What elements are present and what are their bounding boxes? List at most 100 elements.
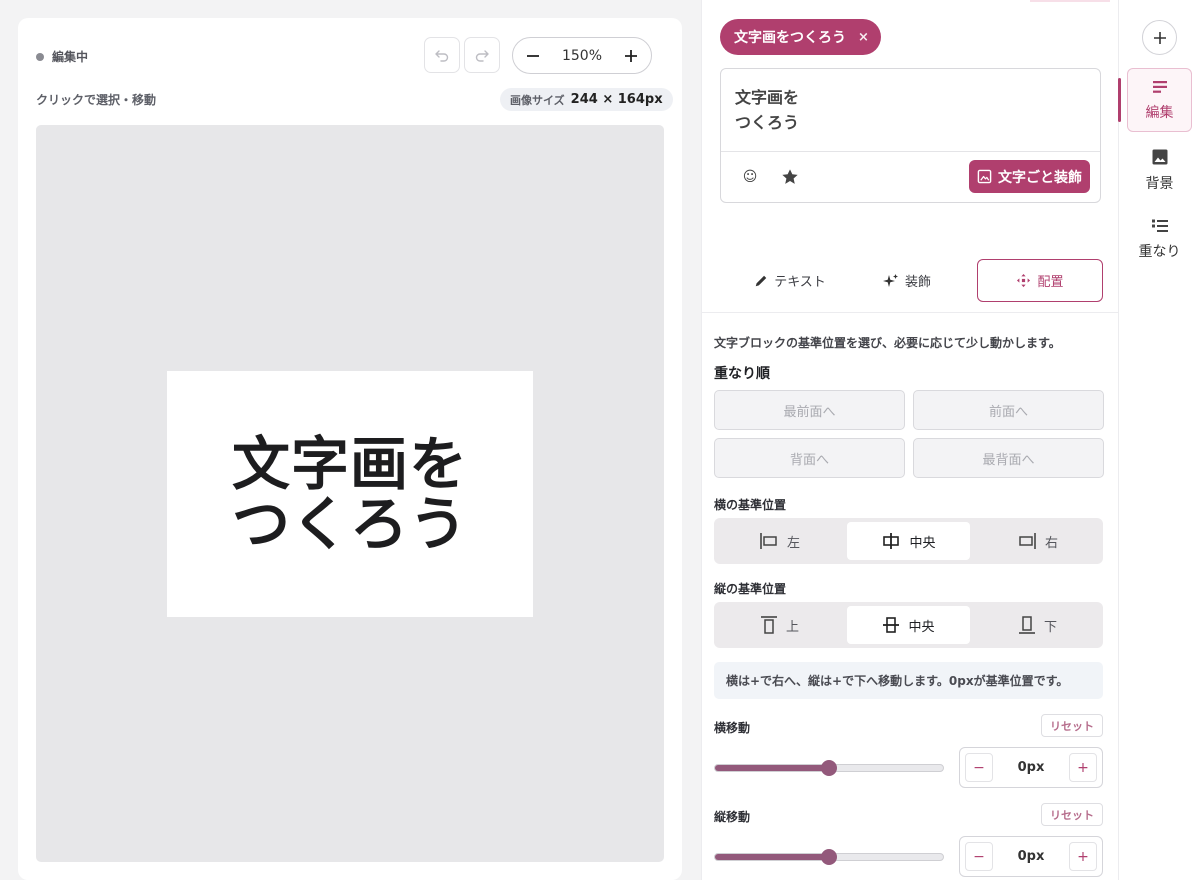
- decrement-button[interactable]: −: [965, 753, 993, 782]
- close-icon[interactable]: ×: [858, 30, 869, 45]
- align-top-option[interactable]: 上: [718, 606, 841, 644]
- nav-item-layers-label: 重なり: [1138, 243, 1181, 260]
- text-input[interactable]: 文字画を つくろう: [721, 69, 1100, 152]
- text-editor-card: 文字画を つくろう ☺ 文字ごと装飾: [720, 68, 1101, 203]
- image-icon: [1152, 149, 1167, 164]
- canvas-hint: クリックで選択・移動: [36, 93, 157, 107]
- vertical-move-title: 縦移動: [714, 810, 751, 824]
- artwork-text-line2: つくろう: [231, 490, 468, 558]
- align-left-option[interactable]: 左: [718, 522, 841, 560]
- vertical-anchor-control: 上 中央 下: [714, 602, 1103, 648]
- status-label: 編集中: [52, 50, 89, 64]
- text-card-toolbar: ☺ 文字ごと装飾: [721, 151, 1100, 202]
- vertical-move-value[interactable]: 0px: [1018, 849, 1045, 864]
- horizontal-move-stepper: − 0px +: [959, 747, 1103, 788]
- zoom-value: 150%: [561, 47, 603, 64]
- nav-item-layers[interactable]: 重なり: [1127, 207, 1192, 271]
- nav-item-edit-label: 編集: [1145, 104, 1174, 121]
- increment-button[interactable]: +: [1069, 842, 1097, 871]
- send-to-back-button[interactable]: 最背面へ: [913, 438, 1104, 478]
- align-center-label: 中央: [909, 535, 936, 551]
- tab-decoration[interactable]: 装飾: [852, 259, 962, 302]
- canvas-panel: 編集中 150% クリックで選択・移動 画像サイズ 244 × 164px 文字…: [18, 18, 682, 880]
- align-middle-option[interactable]: 中央: [847, 606, 970, 644]
- horizontal-move-value[interactable]: 0px: [1018, 760, 1045, 775]
- vertical-move-stepper: − 0px +: [959, 836, 1103, 877]
- align-middle-icon: [883, 617, 900, 633]
- chip-label: 文字画をつくろう: [734, 30, 846, 46]
- nav-item-background-label: 背景: [1145, 175, 1174, 192]
- tab-decoration-label: 装飾: [904, 275, 931, 290]
- align-left-icon: [760, 533, 777, 549]
- editor-tabs: テキスト 装飾 配置: [702, 258, 1120, 313]
- horizontal-anchor-control: 左 中央 右: [714, 518, 1103, 564]
- plus-icon: [1153, 31, 1166, 44]
- image-frame-icon: [977, 169, 992, 184]
- pencil-icon: [755, 275, 767, 286]
- send-backward-button[interactable]: 背面へ: [714, 438, 905, 478]
- align-bottom-option[interactable]: 下: [976, 606, 1099, 644]
- edit-lines-icon: [1152, 80, 1167, 93]
- emoji-icon[interactable]: ☺: [739, 166, 761, 188]
- zoom-out-button[interactable]: [523, 46, 543, 66]
- tab-text-label: テキスト: [774, 275, 826, 290]
- top-accent-bar: [1030, 0, 1110, 2]
- image-size-value: 244 × 164px: [570, 92, 663, 107]
- horizontal-reset-button[interactable]: リセット: [1041, 714, 1103, 737]
- align-bottom-icon: [1018, 616, 1035, 634]
- tab-layout-label: 配置: [1037, 275, 1064, 290]
- nav-item-edit[interactable]: 編集: [1127, 68, 1192, 132]
- slider-thumb[interactable]: [821, 760, 837, 776]
- bring-forward-button[interactable]: 前面へ: [913, 390, 1104, 430]
- add-layer-button[interactable]: [1142, 20, 1177, 55]
- align-right-option[interactable]: 右: [976, 522, 1099, 560]
- decrement-button[interactable]: −: [965, 842, 993, 871]
- edit-status: 編集中: [36, 48, 88, 65]
- horizontal-move-title: 横移動: [714, 721, 751, 735]
- align-right-icon: [1019, 533, 1036, 549]
- canvas-stage[interactable]: 文字画を つくろう: [36, 125, 664, 862]
- redo-button[interactable]: [464, 37, 500, 73]
- horizontal-anchor-title: 横の基準位置: [714, 498, 787, 512]
- undo-button[interactable]: [424, 37, 460, 73]
- align-center-icon: [883, 533, 900, 549]
- vertical-move-slider[interactable]: [714, 849, 944, 865]
- star-shape: [782, 168, 798, 184]
- right-nav: 編集 背景 重なり: [1119, 0, 1200, 880]
- zoom-control: 150%: [512, 37, 652, 74]
- horizontal-move-slider[interactable]: [714, 760, 944, 776]
- offset-info: 横は+で右へ、縦は+で下へ移動します。0pxが基準位置です。: [714, 662, 1103, 699]
- editor-panel: 文字画をつくろう × 文字画を つくろう ☺ 文字ごと装飾 テキスト 装飾 配置…: [701, 0, 1120, 880]
- vertical-reset-button[interactable]: リセット: [1041, 803, 1103, 826]
- status-dot: [36, 52, 44, 61]
- slider-thumb[interactable]: [821, 849, 837, 865]
- tab-text[interactable]: テキスト: [730, 259, 850, 302]
- decorate-label: 文字ごと装飾: [998, 169, 1082, 186]
- align-top-label: 上: [785, 619, 799, 635]
- artboard[interactable]: 文字画を つくろう: [167, 371, 533, 617]
- text-input-line1: 文字画を: [735, 88, 800, 107]
- align-top-icon: [760, 616, 777, 634]
- align-center-option[interactable]: 中央: [847, 522, 970, 560]
- list-icon: [1151, 219, 1168, 232]
- zoom-in-button[interactable]: [621, 46, 641, 66]
- minus-icon: [527, 54, 539, 57]
- slider-fill: [715, 765, 829, 771]
- tab-layout[interactable]: 配置: [977, 259, 1103, 302]
- decorate-text-button[interactable]: 文字ごと装飾: [969, 160, 1090, 193]
- text-input-line2: つくろう: [735, 113, 800, 132]
- star-icon[interactable]: [779, 166, 801, 188]
- bring-to-front-button[interactable]: 最前面へ: [714, 390, 905, 430]
- image-size-label: 画像サイズ: [510, 93, 565, 107]
- text-layer-chip[interactable]: 文字画をつくろう ×: [720, 19, 881, 55]
- image-size-badge: 画像サイズ 244 × 164px: [500, 88, 673, 111]
- artwork-text[interactable]: 文字画を つくろう: [232, 434, 468, 554]
- plus-icon: [625, 49, 637, 62]
- artwork-text-line1: 文字画を: [231, 430, 468, 498]
- nav-item-background[interactable]: 背景: [1127, 138, 1192, 202]
- increment-button[interactable]: +: [1069, 753, 1097, 782]
- order-title: 重なり順: [714, 366, 770, 382]
- sparkle-icon: [882, 273, 898, 287]
- move-arrows-icon: [1017, 273, 1031, 288]
- vertical-anchor-title: 縦の基準位置: [714, 582, 787, 596]
